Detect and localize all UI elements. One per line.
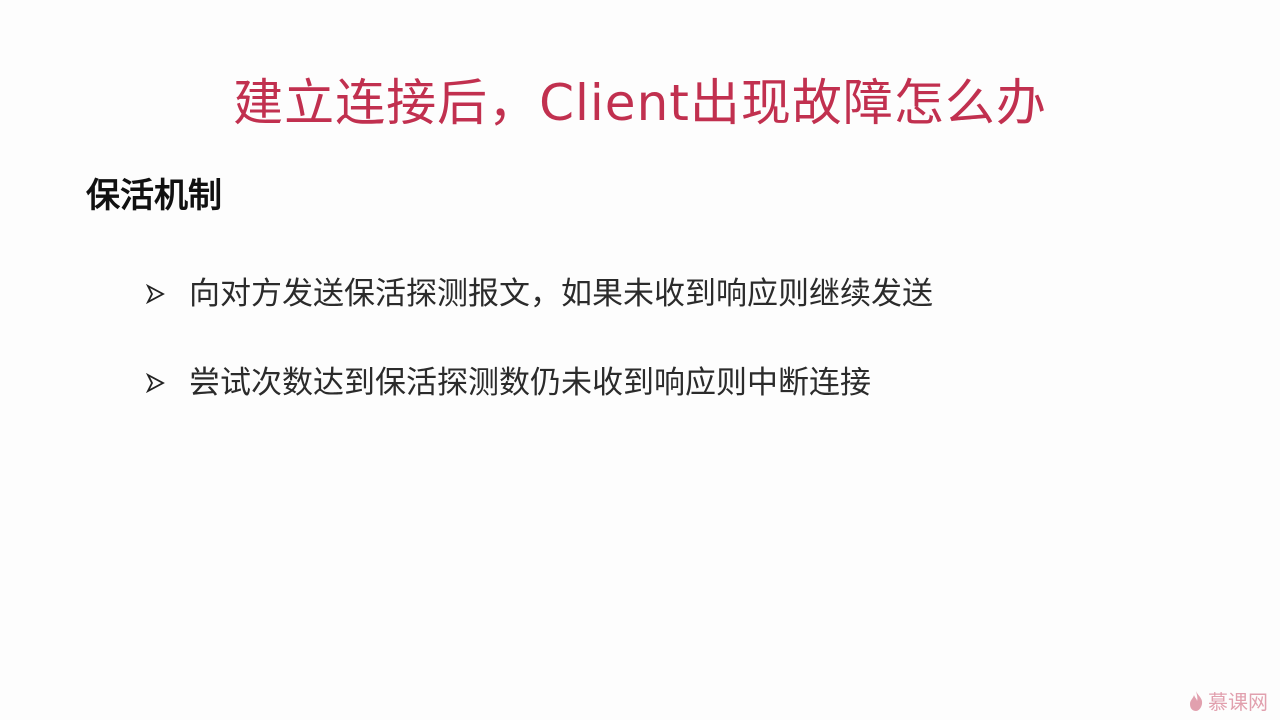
watermark: 慕课网	[1188, 690, 1268, 716]
arrow-bullet-icon	[143, 282, 167, 306]
arrow-bullet-icon	[143, 371, 167, 395]
watermark-text: 慕课网	[1208, 692, 1268, 714]
bullet-item: 向对方发送保活探测报文，如果未收到响应则继续发送	[143, 270, 933, 318]
slide-title: 建立连接后，Client出现故障怎么办	[233, 74, 1047, 132]
bullet-list: 向对方发送保活探测报文，如果未收到响应则继续发送 尝试次数达到保活探测数仍未收到…	[143, 270, 933, 448]
section-heading: 保活机制	[86, 176, 222, 216]
bullet-item: 尝试次数达到保活探测数仍未收到响应则中断连接	[143, 359, 933, 407]
slide: 建立连接后，Client出现故障怎么办 保活机制 向对方发送保活探测报文，如果未…	[0, 0, 1280, 720]
bullet-text: 向对方发送保活探测报文，如果未收到响应则继续发送	[189, 276, 933, 312]
flame-logo-icon	[1188, 690, 1204, 716]
bullet-text: 尝试次数达到保活探测数仍未收到响应则中断连接	[189, 365, 871, 401]
